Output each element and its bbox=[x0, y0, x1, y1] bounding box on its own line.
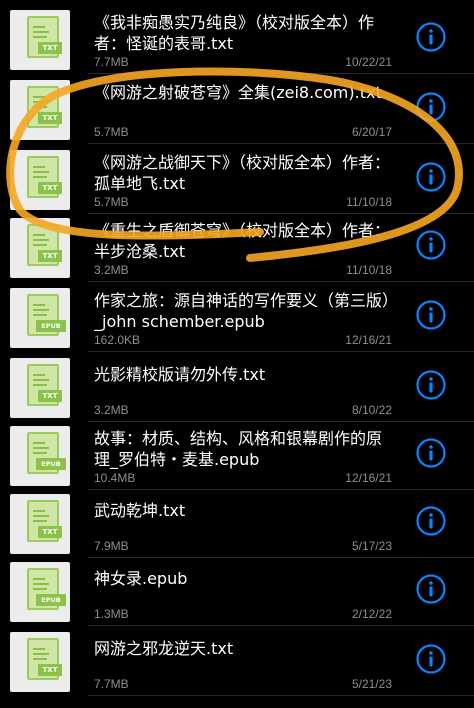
file-title: 《网游之战御天下》（校对版全本）作者：孤单地飞.txt bbox=[94, 153, 391, 193]
file-row[interactable]: TXT 《重生之盾御苍穹》（校对版全本）作者：半步沧桑.txt 3.2MB 11… bbox=[0, 214, 474, 282]
file-type-badge: TXT bbox=[38, 526, 62, 538]
info-icon[interactable] bbox=[416, 300, 446, 330]
file-row[interactable]: TXT 武动乾坤.txt 7.9MB 5/17/23 bbox=[0, 490, 474, 558]
file-type-badge: TXT bbox=[38, 182, 62, 194]
file-title: 《我非痴愚实乃纯良》（校对版全本）作者：怪诞的表哥.txt bbox=[94, 13, 375, 53]
txt-file-icon: TXT bbox=[10, 80, 70, 140]
file-date: 8/10/22 bbox=[351, 403, 392, 417]
file-size: 7.7MB bbox=[94, 55, 129, 69]
file-title: 作家之旅：源自神话的写作要义（第三版）_john schember.epub bbox=[94, 291, 391, 331]
file-size: 162.0KB bbox=[94, 333, 141, 347]
epub-file-icon: EPUB bbox=[10, 288, 70, 348]
file-date: 12/16/21 bbox=[345, 333, 392, 347]
info-icon[interactable] bbox=[416, 438, 446, 468]
file-type-badge: EPUB bbox=[36, 594, 66, 606]
file-row[interactable]: TXT 《网游之射破苍穹》全集(zei8.com).txt 5.7MB 6/20… bbox=[0, 76, 474, 144]
file-type-badge: TXT bbox=[38, 664, 62, 676]
file-date: 5/17/23 bbox=[351, 539, 392, 553]
txt-file-icon: TXT bbox=[10, 494, 70, 554]
file-title: 神女录.epub bbox=[94, 569, 188, 588]
file-row[interactable]: TXT 光影精校版请勿外传.txt 3.2MB 8/10/22 bbox=[0, 354, 474, 422]
info-icon[interactable] bbox=[416, 574, 446, 604]
file-row[interactable]: EPUB 神女录.epub 1.3MB 2/12/22 bbox=[0, 558, 474, 626]
file-row[interactable]: TXT 《网游之战御天下》（校对版全本）作者：孤单地飞.txt 5.7MB 11… bbox=[0, 146, 474, 214]
file-list: TXT 《我非痴愚实乃纯良》（校对版全本）作者：怪诞的表哥.txt 7.7MB … bbox=[0, 0, 474, 708]
info-icon[interactable] bbox=[416, 92, 446, 122]
file-type-badge: EPUB bbox=[36, 458, 66, 470]
txt-file-icon: TXT bbox=[10, 358, 70, 418]
txt-file-icon: TXT bbox=[10, 218, 70, 278]
file-title: 故事：材质、结构、风格和银幕剧作的原理_罗伯特・麦基.epub bbox=[94, 429, 383, 469]
file-title: 武动乾坤.txt bbox=[94, 501, 186, 520]
file-size: 10.4MB bbox=[94, 471, 136, 485]
epub-file-icon: EPUB bbox=[10, 426, 70, 486]
file-date: 11/10/18 bbox=[346, 263, 392, 277]
file-title: 《重生之盾御苍穹》（校对版全本）作者：半步沧桑.txt bbox=[94, 221, 391, 261]
file-size: 3.2MB bbox=[94, 403, 129, 417]
file-row[interactable]: TXT 网游之邪龙逆天.txt 7.7MB 5/21/23 bbox=[0, 628, 474, 696]
file-type-badge: EPUB bbox=[36, 320, 66, 332]
info-icon[interactable] bbox=[416, 162, 446, 192]
file-size: 5.7MB bbox=[94, 195, 129, 209]
file-title: 《网游之射破苍穹》全集(zei8.com).txt bbox=[94, 83, 382, 102]
txt-file-icon: TXT bbox=[10, 150, 70, 210]
info-icon[interactable] bbox=[416, 370, 446, 400]
file-title: 网游之邪龙逆天.txt bbox=[94, 639, 234, 658]
file-date: 12/16/21 bbox=[345, 471, 392, 485]
file-row[interactable]: TXT 《我非痴愚实乃纯良》（校对版全本）作者：怪诞的表哥.txt 7.7MB … bbox=[0, 6, 474, 74]
file-row[interactable]: EPUB 作家之旅：源自神话的写作要义（第三版）_john schember.e… bbox=[0, 284, 474, 352]
file-title: 光影精校版请勿外传.txt bbox=[94, 365, 266, 384]
file-date: 2/12/22 bbox=[351, 607, 392, 621]
file-date: 11/10/18 bbox=[346, 195, 392, 209]
info-icon[interactable] bbox=[416, 644, 446, 674]
file-date: 10/22/21 bbox=[345, 55, 392, 69]
file-type-badge: TXT bbox=[38, 112, 62, 124]
info-icon[interactable] bbox=[416, 22, 446, 52]
file-type-badge: TXT bbox=[38, 390, 62, 402]
file-type-badge: TXT bbox=[38, 250, 62, 262]
epub-file-icon: EPUB bbox=[10, 562, 70, 622]
file-size: 7.9MB bbox=[94, 539, 129, 553]
info-icon[interactable] bbox=[416, 230, 446, 260]
txt-file-icon: TXT bbox=[10, 10, 70, 70]
info-icon[interactable] bbox=[416, 506, 446, 536]
file-size: 7.7MB bbox=[94, 677, 129, 691]
file-size: 5.7MB bbox=[94, 125, 129, 139]
file-date: 6/20/17 bbox=[351, 125, 392, 139]
file-size: 3.2MB bbox=[94, 263, 129, 277]
file-row[interactable]: EPUB 故事：材质、结构、风格和银幕剧作的原理_罗伯特・麦基.epub 10.… bbox=[0, 422, 474, 490]
file-size: 1.3MB bbox=[94, 607, 129, 621]
file-date: 5/21/23 bbox=[351, 677, 392, 691]
file-type-badge: TXT bbox=[38, 42, 62, 54]
txt-file-icon: TXT bbox=[10, 632, 70, 692]
